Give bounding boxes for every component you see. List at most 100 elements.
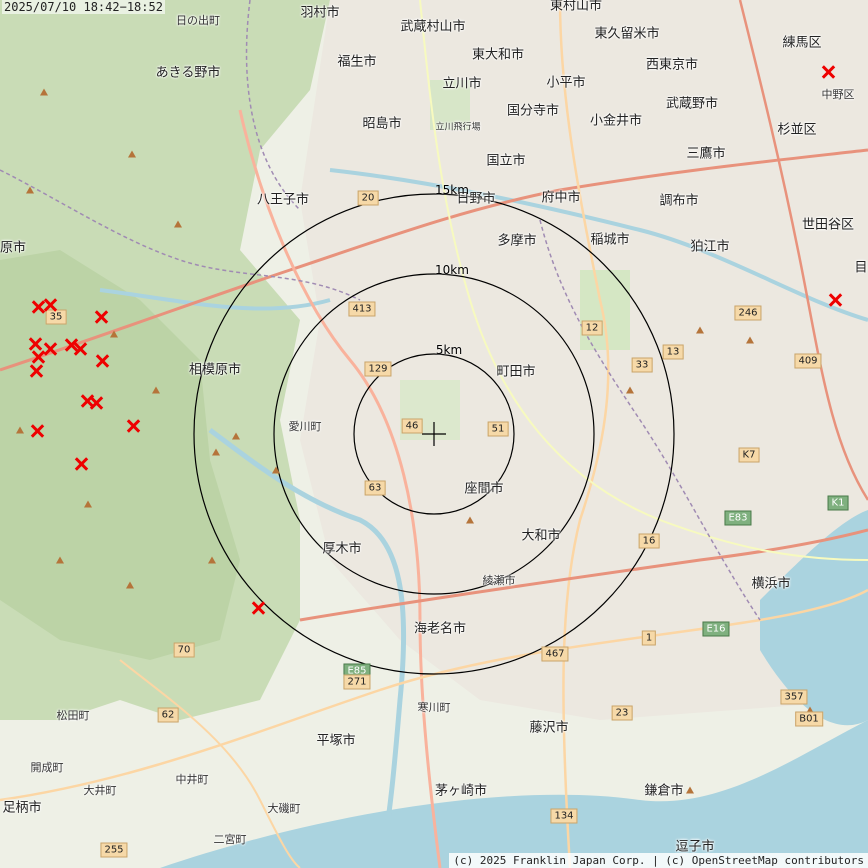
city-label: 相模原市 <box>188 362 242 378</box>
earthquake-marker-icon[interactable] <box>30 424 44 438</box>
route-shield: 12 <box>581 320 603 336</box>
city-label: 足柄市 <box>2 800 42 816</box>
city-label: 寒川町 <box>417 701 451 714</box>
peak-icon <box>126 581 134 589</box>
route-shield: 63 <box>364 480 386 496</box>
route-shield: 16 <box>638 533 660 549</box>
city-label: 多摩市 <box>497 233 537 249</box>
city-label: 杉並区 <box>777 122 817 138</box>
route-shield: 357 <box>780 689 808 705</box>
route-shield: 51 <box>487 421 509 437</box>
route-shield: 13 <box>662 344 684 360</box>
earthquake-marker-icon[interactable] <box>31 350 45 364</box>
earthquake-marker-icon[interactable] <box>28 337 42 351</box>
route-shield: 129 <box>364 361 392 377</box>
city-label: 国分寺市 <box>506 103 560 119</box>
city-label: 練馬区 <box>782 35 822 51</box>
earthquake-marker-icon[interactable] <box>828 293 842 307</box>
city-label: 大磯町 <box>267 802 301 815</box>
peak-icon <box>232 432 240 440</box>
route-shield: 246 <box>734 305 762 321</box>
city-label: 東村山市 <box>549 0 603 14</box>
peak-icon <box>16 426 24 434</box>
earthquake-marker-icon[interactable] <box>251 601 265 615</box>
city-label: 羽村市 <box>300 5 340 21</box>
peak-icon <box>696 326 704 334</box>
route-shield: 70 <box>173 642 195 658</box>
peak-icon <box>110 330 118 338</box>
earthquake-marker-icon[interactable] <box>94 310 108 324</box>
city-label: 大井町 <box>83 784 117 797</box>
ring-label-5km: 5km <box>435 343 463 357</box>
city-label: 厚木市 <box>322 541 362 557</box>
city-label: あきる野市 <box>155 65 221 81</box>
peak-icon <box>56 556 64 564</box>
route-shield: 413 <box>348 301 376 317</box>
earthquake-marker-icon[interactable] <box>43 298 57 312</box>
earthquake-marker-icon[interactable] <box>74 457 88 471</box>
peak-icon <box>174 220 182 228</box>
route-shield: 62 <box>157 707 179 723</box>
peak-icon <box>84 500 92 508</box>
city-label: 西東京市 <box>645 57 699 73</box>
route-shield: K7 <box>738 447 760 463</box>
route-shield: 467 <box>541 646 569 662</box>
city-label: 鎌倉市 <box>644 783 684 799</box>
peak-icon <box>746 336 754 344</box>
city-label: 二宮町 <box>213 833 247 846</box>
route-shield: 134 <box>550 808 578 824</box>
city-label: 茅ヶ崎市 <box>434 783 488 799</box>
city-label: 町田市 <box>496 364 536 380</box>
city-label: 目 <box>854 260 868 276</box>
route-shield: B01 <box>795 711 823 727</box>
city-label: 立川飛行場 <box>435 122 481 133</box>
ring-label-10km: 10km <box>435 263 469 277</box>
route-shield: E16 <box>702 621 730 637</box>
peak-icon <box>212 448 220 456</box>
peak-icon <box>686 786 694 794</box>
route-shield: 20 <box>357 190 379 206</box>
city-label: 三鷹市 <box>686 146 726 162</box>
route-shield: 46 <box>401 418 423 434</box>
city-label: 日の出町 <box>176 14 220 27</box>
peak-icon <box>466 516 474 524</box>
city-label: 松田町 <box>56 709 90 722</box>
earthquake-marker-icon[interactable] <box>126 419 140 433</box>
peak-icon <box>208 556 216 564</box>
route-shield: 1 <box>641 630 657 646</box>
city-label: 八王子市 <box>256 192 310 208</box>
peak-icon <box>128 150 136 158</box>
peak-icon <box>40 88 48 96</box>
route-shield: 33 <box>631 357 653 373</box>
city-label: 原市 <box>0 240 27 256</box>
city-label: 愛川町 <box>288 420 322 433</box>
earthquake-marker-icon[interactable] <box>89 396 103 410</box>
map-canvas[interactable]: 413 129 46 51 12 13 246 409 63 16 467 1 … <box>0 0 868 868</box>
map-base <box>0 0 868 868</box>
city-label: 中野区 <box>821 88 855 101</box>
city-label: 大和市 <box>521 528 561 544</box>
city-label: 国立市 <box>486 153 526 169</box>
earthquake-marker-icon[interactable] <box>73 342 87 356</box>
city-label: 東大和市 <box>471 47 525 63</box>
city-label: 逗子市 <box>675 839 715 855</box>
city-label: 昭島市 <box>362 116 402 132</box>
earthquake-marker-icon[interactable] <box>821 65 835 79</box>
city-label: 武蔵野市 <box>665 96 719 112</box>
city-label: 府中市 <box>541 190 581 206</box>
earthquake-marker-icon[interactable] <box>29 364 43 378</box>
route-shield: 271 <box>343 674 371 690</box>
city-label: 調布市 <box>659 193 699 209</box>
route-shield: E83 <box>724 510 752 526</box>
earthquake-marker-icon[interactable] <box>43 342 57 356</box>
city-label: 横浜市 <box>751 576 791 592</box>
peak-icon <box>272 466 280 474</box>
earthquake-marker-icon[interactable] <box>95 354 109 368</box>
city-label: 稲城市 <box>590 232 630 248</box>
city-label: 中井町 <box>175 773 209 786</box>
city-label: 狛江市 <box>690 239 730 255</box>
peak-icon <box>626 386 634 394</box>
route-shield: 255 <box>100 842 128 858</box>
city-label: 開成町 <box>30 761 64 774</box>
city-label: 武蔵村山市 <box>400 19 466 35</box>
